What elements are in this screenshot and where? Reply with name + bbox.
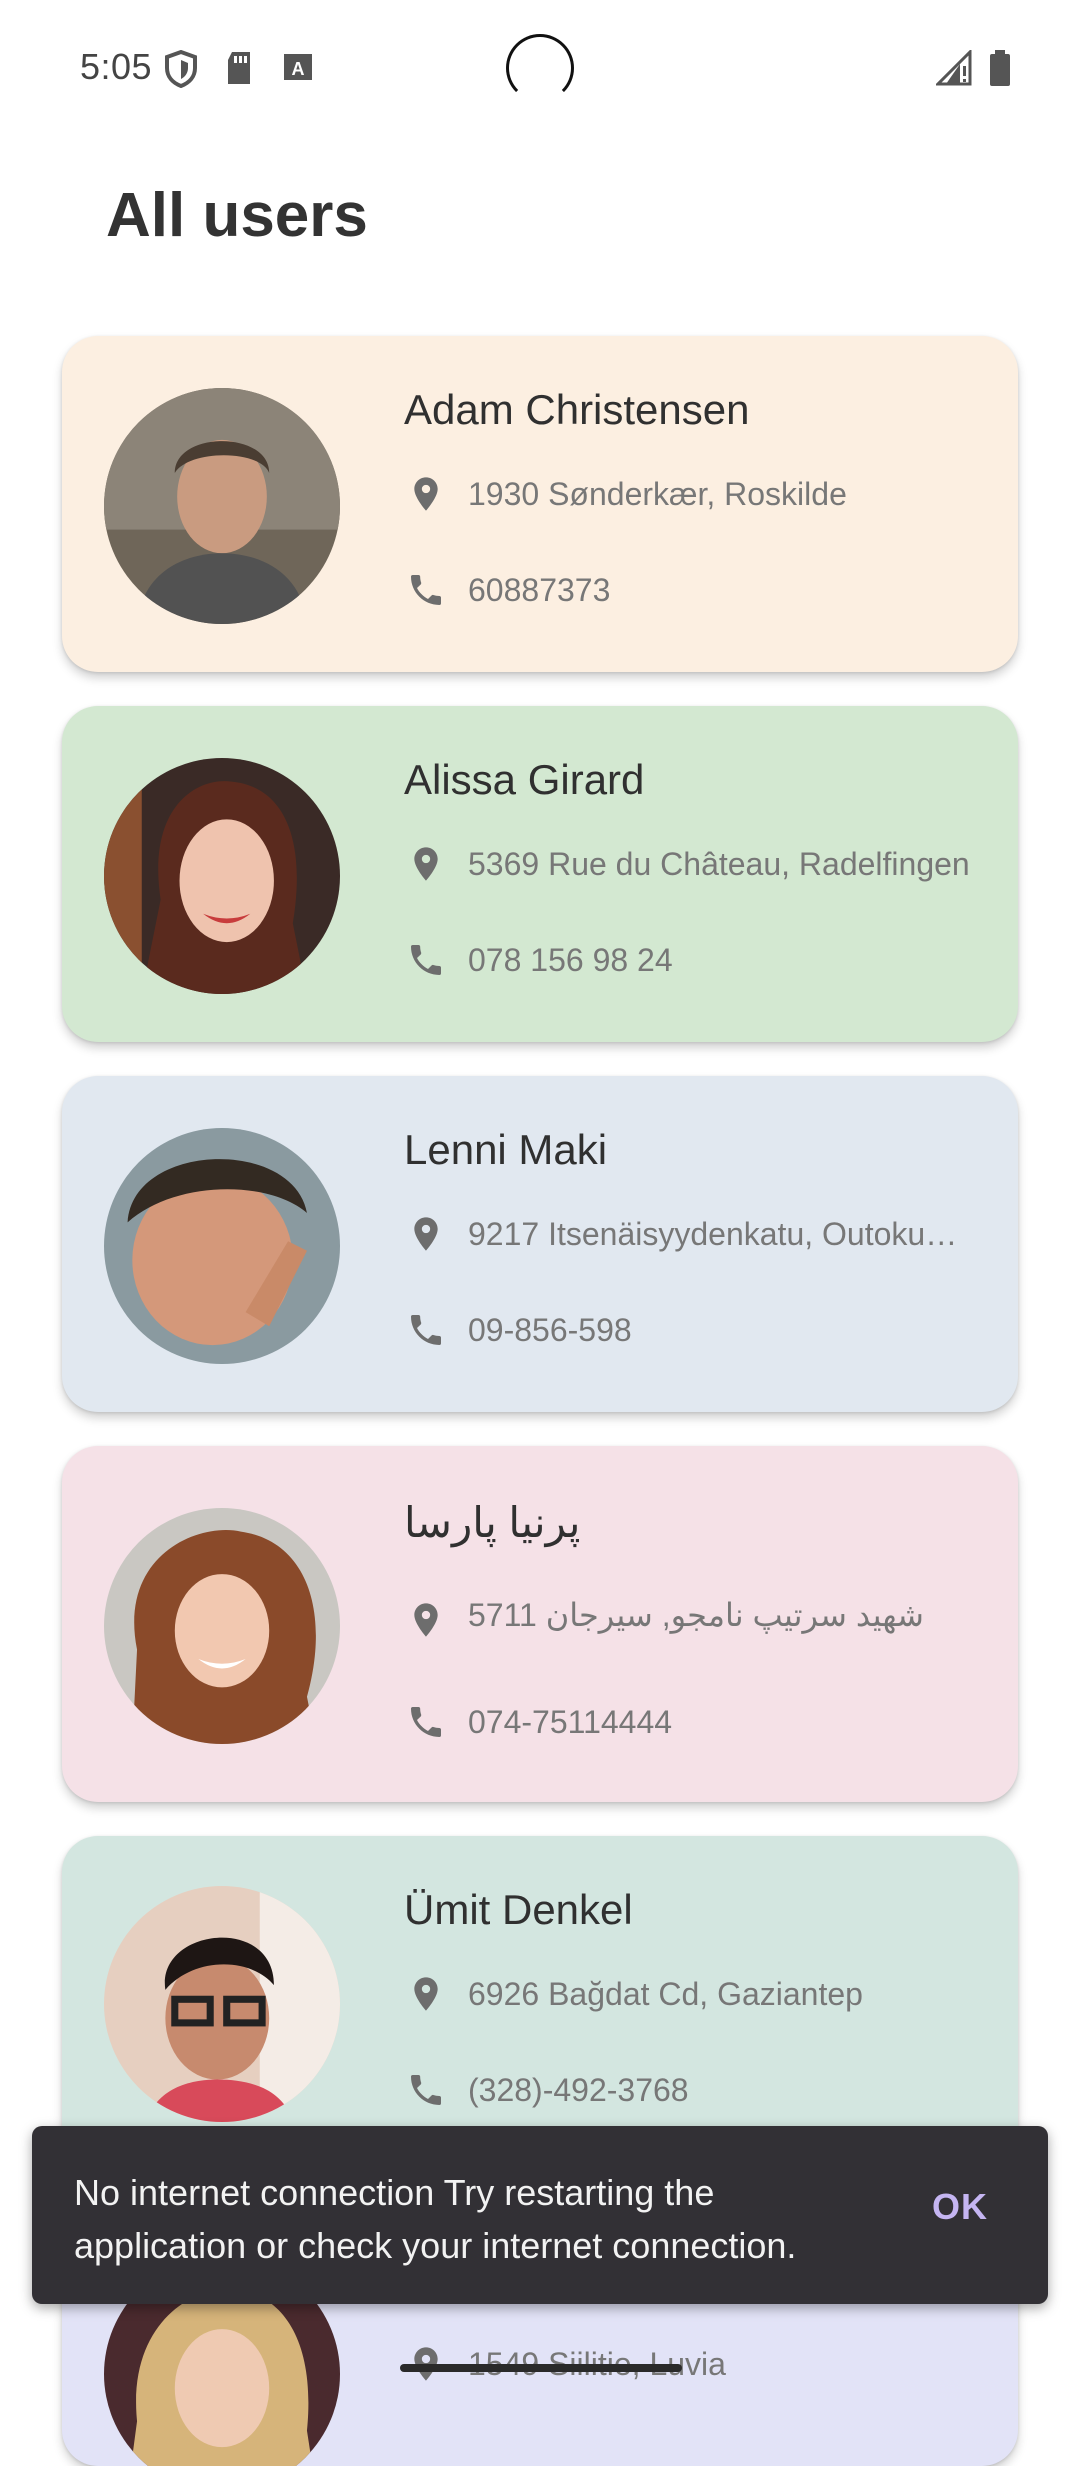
user-phone: (328)-492-3768 [468, 2072, 689, 2108]
location-pin-icon [414, 477, 438, 511]
location-pin-icon [414, 847, 438, 881]
signal-icon [934, 48, 972, 91]
status-time: 5:05 [80, 46, 153, 87]
user-phone: 60887373 [468, 572, 611, 608]
user-phone: 074-75114444 [468, 1704, 673, 1740]
user-avatar [104, 1128, 340, 1364]
svg-text:A: A [292, 59, 305, 79]
user-card[interactable]: Ümit Denkel 6926 Bağdat Cd, Gaziantep (3… [62, 1836, 1018, 2172]
phone-icon [411, 1707, 441, 1737]
phone-icon [411, 945, 441, 975]
user-address: 9217 Itsenäisyydenkatu, Outoku… [468, 1216, 958, 1252]
user-name: پرنیا پارسا [404, 1499, 581, 1546]
user-card[interactable]: پرنیا پارسا 5711 شهید سرتیپ نامجو, سیرجا… [62, 1446, 1018, 1802]
user-avatar [104, 1886, 340, 2122]
user-address: 6926 Bağdat Cd, Gaziantep [468, 1976, 863, 2012]
location-pin-icon [414, 1603, 438, 1637]
user-avatar [104, 1508, 340, 1744]
snackbar-message: No internet connection Try restarting th… [74, 2172, 797, 2266]
phone-icon [411, 575, 441, 605]
battery-icon [988, 50, 1012, 93]
user-name: Lenni Maki [404, 1126, 608, 1173]
camera-cutout [506, 34, 574, 102]
sd-card-icon [224, 50, 254, 91]
user-card[interactable]: Lenni Maki 9217 Itsenäisyydenkatu, Outok… [62, 1076, 1018, 1412]
phone-icon [411, 2075, 441, 2105]
user-name: Adam Christensen [404, 386, 750, 433]
snackbar: No internet connection Try restarting th… [32, 2126, 1048, 2304]
user-card[interactable]: Alissa Girard 5369 Rue du Château, Radel… [62, 706, 1018, 1042]
keyboard-a-icon: A [282, 50, 314, 89]
shield-icon [164, 49, 198, 93]
user-avatar [104, 758, 340, 994]
location-pin-icon [414, 1217, 438, 1251]
user-avatar [104, 388, 340, 624]
user-address: 5369 Rue du Château, Radelfingen [468, 846, 970, 882]
page-title: All users [106, 181, 368, 250]
user-name: Ümit Denkel [404, 1886, 633, 1933]
user-card[interactable]: Adam Christensen 1930 Sønderkær, Roskild… [62, 336, 1018, 672]
user-address: 1930 Sønderkær, Roskilde [468, 476, 847, 512]
user-phone: 078 156 98 24 [468, 942, 673, 978]
user-address: 5711 شهید سرتیپ نامجو, سیرجان [468, 1597, 924, 1633]
phone-icon [411, 1315, 441, 1345]
location-pin-icon [414, 1977, 438, 2011]
user-name: Alissa Girard [404, 756, 645, 803]
home-indicator[interactable] [400, 2364, 682, 2372]
user-phone: 09-856-598 [468, 1312, 632, 1348]
snackbar-ok-button[interactable]: OK [932, 2186, 988, 2228]
status-bar: 5:05 A [0, 0, 1080, 130]
